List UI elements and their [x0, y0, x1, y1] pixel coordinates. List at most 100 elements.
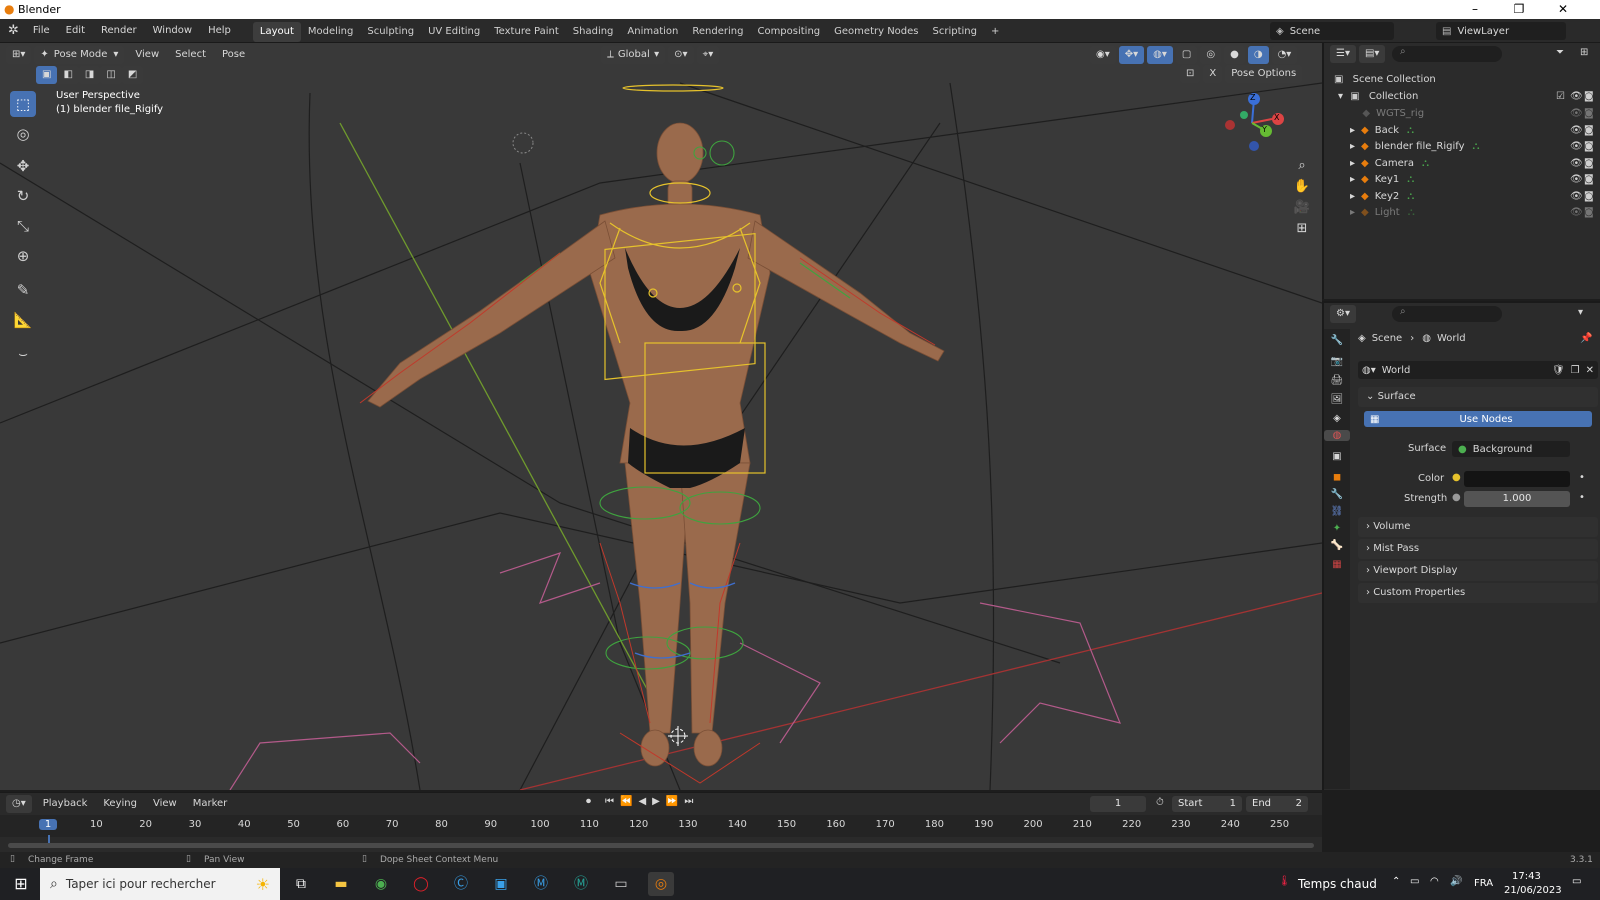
- ccleaner-icon[interactable]: Ⓒ: [448, 872, 474, 896]
- minimize-button[interactable]: –: [1456, 0, 1494, 19]
- taskbar-search-input[interactable]: ⌕ Taper ici pour rechercher ☀: [40, 868, 280, 900]
- outliner-row-6[interactable]: ▸ ◆ Light ⛬ 👁 ◙: [1324, 204, 1600, 221]
- outliner-editor-icon[interactable]: ☰▾: [1330, 45, 1356, 63]
- opera-icon[interactable]: ◯: [408, 872, 434, 896]
- scene-tab-icon[interactable]: ◈: [1324, 413, 1350, 424]
- select-subtract-icon[interactable]: ◨: [78, 66, 101, 84]
- select-invert-icon[interactable]: ◫: [100, 66, 122, 84]
- snap-button[interactable]: ⌖▾: [696, 46, 720, 64]
- select-new-icon[interactable]: ▣: [36, 66, 58, 84]
- panel-header-2[interactable]: › Viewport Display: [1358, 561, 1598, 581]
- expand-arrow-icon[interactable]: ▸: [1350, 125, 1355, 136]
- properties-search-input[interactable]: ⌕: [1392, 306, 1502, 322]
- overlays-toggle-icon[interactable]: ◍▾: [1147, 46, 1173, 64]
- select-box-icon[interactable]: ⬚: [10, 91, 36, 117]
- notification-icon[interactable]: ▭: [1572, 876, 1581, 887]
- add-workspace-button[interactable]: +: [984, 22, 1006, 42]
- collection-tab-icon[interactable]: ▣: [1324, 451, 1350, 462]
- task-view-icon[interactable]: ⧉: [288, 872, 314, 896]
- render-camera-icon[interactable]: ◙: [1584, 171, 1594, 188]
- expand-arrow-icon[interactable]: ▸: [1350, 141, 1355, 152]
- expand-arrow-icon[interactable]: [1350, 108, 1356, 119]
- panel-header-3[interactable]: › Custom Properties: [1358, 583, 1598, 603]
- visibility-eye-icon[interactable]: 👁: [1570, 88, 1583, 105]
- tab-rendering[interactable]: Rendering: [685, 22, 750, 42]
- panel-header-0[interactable]: › Volume: [1358, 517, 1598, 537]
- move-tool-icon[interactable]: ✥: [10, 153, 36, 179]
- tray-network-icon[interactable]: ◠: [1430, 876, 1439, 887]
- tab-uv-editing[interactable]: UV Editing: [421, 22, 487, 42]
- object-tab-icon[interactable]: ◼: [1324, 472, 1350, 483]
- visibility-eye-icon[interactable]: 👁: [1570, 105, 1583, 122]
- mode-selector[interactable]: ✦ Pose Mode ▾: [34, 46, 125, 64]
- menu-select[interactable]: Select: [167, 43, 214, 67]
- blender-taskbar-icon[interactable]: ◎: [648, 872, 674, 896]
- modifiers-tab-icon[interactable]: 🔧: [1324, 489, 1350, 500]
- tab-animation[interactable]: Animation: [620, 22, 685, 42]
- outliner-row-1[interactable]: ▸ ◆ Back ⛬ 👁 ◙: [1324, 122, 1600, 139]
- constraints-tab-icon[interactable]: ⛓: [1324, 506, 1350, 517]
- navigation-gizmo[interactable]: Z X Y: [1222, 91, 1286, 155]
- render-tab-icon[interactable]: 📷: [1324, 356, 1350, 367]
- 3d-viewport[interactable]: ⊞▾ ✦ Pose Mode ▾ View Select Pose ⟂ Glob…: [0, 43, 1322, 790]
- tab-shading[interactable]: Shading: [566, 22, 621, 42]
- rotate-tool-icon[interactable]: ↻: [10, 183, 36, 209]
- object-data-icon[interactable]: ⛬: [1473, 141, 1480, 152]
- ortho-toggle-icon[interactable]: ⊞: [1292, 221, 1312, 236]
- display-mode-icon[interactable]: ▤▾: [1358, 45, 1386, 63]
- world-tab-icon[interactable]: ◍: [1324, 430, 1350, 441]
- render-camera-icon[interactable]: ◙: [1584, 188, 1594, 205]
- render-camera-icon[interactable]: ◙: [1584, 204, 1594, 221]
- render-camera-icon[interactable]: ◙: [1584, 138, 1594, 155]
- unlink-icon[interactable]: ✕: [1586, 365, 1594, 376]
- pose-options-button[interactable]: Pose Options: [1225, 65, 1303, 83]
- select-intersect-icon[interactable]: ◩: [121, 66, 144, 84]
- stopwatch-icon[interactable]: ⏱: [1156, 797, 1164, 808]
- menu-view[interactable]: View: [145, 792, 185, 816]
- surface-panel-header[interactable]: ⌄ Surface: [1358, 387, 1598, 407]
- pan-hand-icon[interactable]: ✋: [1292, 179, 1312, 194]
- visibility-eye-icon[interactable]: 👁: [1570, 155, 1583, 172]
- output-tab-icon[interactable]: 🖨: [1324, 375, 1350, 386]
- play-reverse-icon[interactable]: ◀: [638, 796, 646, 807]
- clock-date[interactable]: 21/06/2023: [1504, 885, 1562, 896]
- jump-end-icon[interactable]: ⏭: [684, 796, 693, 807]
- render-camera-icon[interactable]: ◙: [1584, 122, 1594, 139]
- menu-render[interactable]: Render: [93, 19, 145, 43]
- object-data-icon[interactable]: ⛬: [1422, 158, 1429, 169]
- use-nodes-button[interactable]: ▦ Use Nodes: [1364, 411, 1592, 427]
- file-explorer-icon[interactable]: ▬: [328, 872, 354, 896]
- object-data-icon[interactable]: ⛬: [1408, 207, 1415, 218]
- outliner-row-2[interactable]: ▸ ◆ blender file_Rigify ⛬ 👁 ◙: [1324, 138, 1600, 155]
- app-m-blue-icon[interactable]: Ⓜ: [528, 872, 554, 896]
- checkbox-icon[interactable]: ☑: [1556, 88, 1565, 105]
- prev-keyframe-icon[interactable]: ⏪: [620, 796, 632, 807]
- record-icon[interactable]: ⏺: [586, 796, 591, 807]
- expand-arrow-icon[interactable]: ▸: [1350, 191, 1355, 202]
- timeline-scrollbar[interactable]: [8, 843, 1314, 848]
- tab-modeling[interactable]: Modeling: [301, 22, 361, 42]
- close-button[interactable]: ✕: [1544, 0, 1582, 19]
- visibility-eye-icon[interactable]: 👁: [1570, 204, 1583, 221]
- fake-user-icon[interactable]: 🛡: [1552, 365, 1565, 376]
- keyframe-dot-icon[interactable]: •: [1579, 492, 1585, 503]
- properties-editor-icon[interactable]: ⚙▾: [1330, 305, 1356, 323]
- menu-pose[interactable]: Pose: [214, 43, 253, 67]
- xray-toggle-icon[interactable]: ▢: [1175, 46, 1198, 64]
- tab-scripting[interactable]: Scripting: [926, 22, 984, 42]
- bone-tab-icon[interactable]: 🦴: [1324, 540, 1350, 551]
- chrome-icon[interactable]: ◉: [368, 872, 394, 896]
- expand-arrow-icon[interactable]: ▸: [1350, 207, 1355, 218]
- outliner-row-scene-collection[interactable]: ▣ Scene Collection: [1324, 71, 1600, 88]
- visibility-eye-icon[interactable]: 👁: [1570, 188, 1583, 205]
- transform-orientation-selector[interactable]: ⟂ Global ▾: [601, 46, 666, 64]
- surface-shader-field[interactable]: ● Background: [1452, 441, 1570, 457]
- menu-edit[interactable]: Edit: [58, 19, 93, 43]
- expand-arrow-icon[interactable]: ▸: [1350, 158, 1355, 169]
- transform-tool-icon[interactable]: ⊕: [10, 243, 36, 269]
- scale-tool-icon[interactable]: ⤡: [10, 213, 36, 239]
- editor-type-button[interactable]: ⊞▾: [6, 46, 32, 64]
- outliner-search-input[interactable]: ⌕: [1392, 46, 1502, 62]
- duplicate-icon[interactable]: ❐: [1571, 365, 1580, 376]
- menu-playback[interactable]: Playback: [35, 792, 96, 816]
